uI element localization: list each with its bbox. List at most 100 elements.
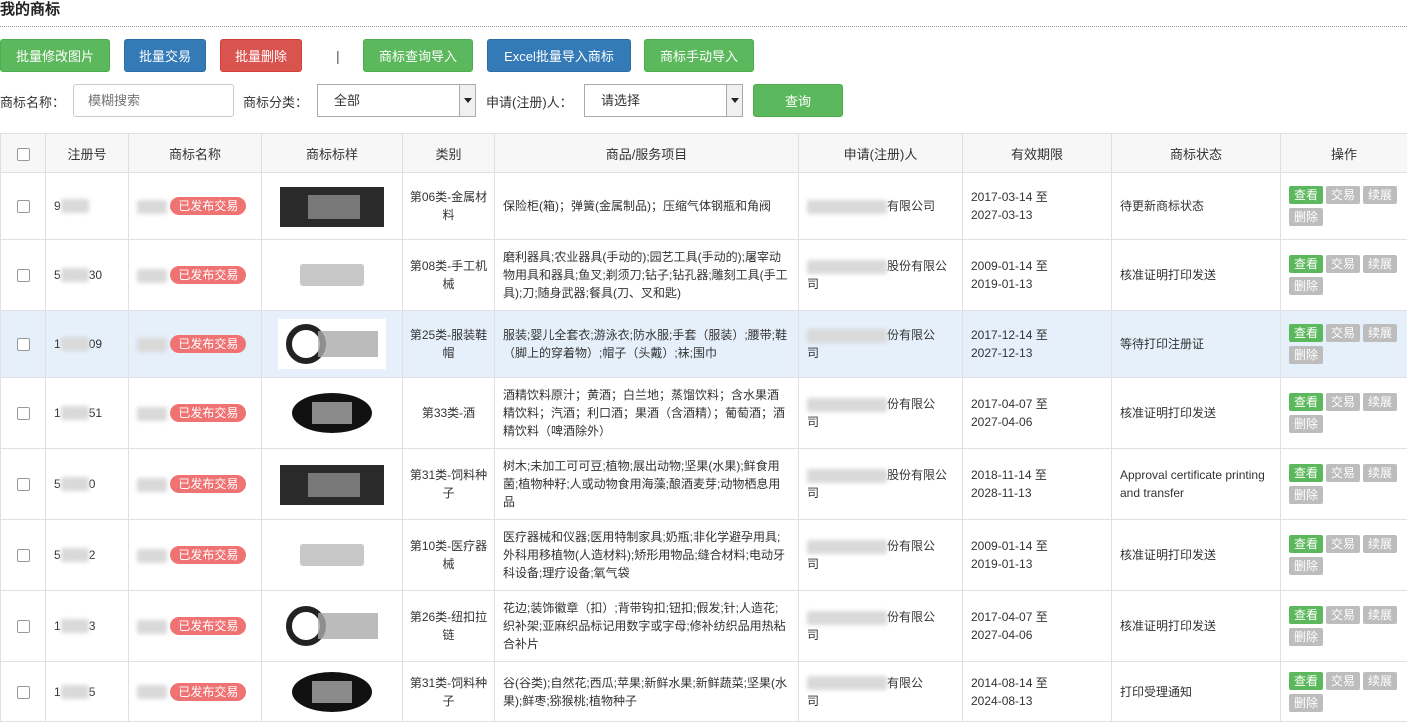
renew-button[interactable]: 续展 xyxy=(1363,186,1397,204)
table-row: 1 51 已发布交易 第33类-酒 酒精饮料原汁；黄酒；白兰地；蒸馏饮料；含水果… xyxy=(1,378,1407,449)
validity-to: 2024-08-13 xyxy=(971,694,1032,708)
sample-cell xyxy=(262,240,403,311)
regno-cell: 1 09 xyxy=(46,311,129,378)
redacted-applicant xyxy=(807,469,887,483)
applicant-cell: 股份有限公司 xyxy=(799,449,963,520)
renew-button[interactable]: 续展 xyxy=(1363,606,1397,624)
redacted-regno xyxy=(61,268,89,282)
applicant-text-2: 司 xyxy=(807,346,819,360)
renew-button[interactable]: 续展 xyxy=(1363,393,1397,411)
regno-suffix: 30 xyxy=(89,266,102,284)
renew-button[interactable]: 续展 xyxy=(1363,672,1397,690)
regno-prefix: 1 xyxy=(54,335,61,353)
row-checkbox[interactable] xyxy=(17,200,30,213)
batch-edit-image-button[interactable]: 批量修改图片 xyxy=(0,39,110,72)
redacted-name xyxy=(137,407,167,421)
query-button[interactable]: 查询 xyxy=(753,84,843,117)
delete-button[interactable]: 删除 xyxy=(1289,415,1323,433)
trademark-sample-image[interactable] xyxy=(278,667,386,717)
view-button[interactable]: 查看 xyxy=(1289,535,1323,553)
regno-suffix: 51 xyxy=(89,404,102,422)
delete-button[interactable]: 删除 xyxy=(1289,557,1323,575)
view-button[interactable]: 查看 xyxy=(1289,393,1323,411)
trademark-sample-image[interactable] xyxy=(278,388,386,438)
header-actions: 操作 xyxy=(1281,134,1407,173)
query-import-button[interactable]: 商标查询导入 xyxy=(363,39,473,72)
delete-button[interactable]: 删除 xyxy=(1289,208,1323,226)
applicant-text: 股份有限公 xyxy=(887,259,947,273)
batch-trade-button[interactable]: 批量交易 xyxy=(124,39,206,72)
header-goods: 商品/服务项目 xyxy=(495,134,799,173)
row-checkbox[interactable] xyxy=(17,549,30,562)
trade-button[interactable]: 交易 xyxy=(1326,324,1360,342)
row-select-cell xyxy=(1,240,46,311)
goods-cell: 树木;未加工可可豆;植物;展出动物;坚果(水果);鲜食用菌;植物种籽;人或动物食… xyxy=(495,449,799,520)
name-cell: 已发布交易 xyxy=(129,173,262,240)
row-checkbox[interactable] xyxy=(17,620,30,633)
chevron-down-icon xyxy=(459,85,475,116)
trademark-name-input[interactable] xyxy=(73,84,234,117)
delete-button[interactable]: 删除 xyxy=(1289,694,1323,712)
applicant-select[interactable]: 请选择 xyxy=(584,84,743,117)
row-checkbox[interactable] xyxy=(17,269,30,282)
applicant-text-2: 司 xyxy=(807,486,819,500)
excel-import-button[interactable]: Excel批量导入商标 xyxy=(487,39,631,72)
trade-button[interactable]: 交易 xyxy=(1326,535,1360,553)
row-checkbox[interactable] xyxy=(17,407,30,420)
trade-button[interactable]: 交易 xyxy=(1326,672,1360,690)
delete-button[interactable]: 删除 xyxy=(1289,628,1323,646)
trade-button[interactable]: 交易 xyxy=(1326,393,1360,411)
applicant-select-value: 请选择 xyxy=(601,93,640,108)
category-cell: 第33类-酒 xyxy=(403,378,495,449)
select-all-checkbox[interactable] xyxy=(17,148,30,161)
view-button[interactable]: 查看 xyxy=(1289,606,1323,624)
applicant-text-2: 司 xyxy=(807,628,819,642)
renew-button[interactable]: 续展 xyxy=(1363,464,1397,482)
row-checkbox[interactable] xyxy=(17,686,30,699)
applicant-text: 份有限公 xyxy=(887,328,935,342)
category-select-value: 全部 xyxy=(334,93,360,108)
view-button[interactable]: 查看 xyxy=(1289,464,1323,482)
regno-prefix: 1 xyxy=(54,404,61,422)
view-button[interactable]: 查看 xyxy=(1289,255,1323,273)
renew-button[interactable]: 续展 xyxy=(1363,535,1397,553)
applicant-text: 有限公 xyxy=(887,676,923,690)
row-checkbox[interactable] xyxy=(17,338,30,351)
view-button[interactable]: 查看 xyxy=(1289,186,1323,204)
delete-button[interactable]: 删除 xyxy=(1289,346,1323,364)
name-cell: 已发布交易 xyxy=(129,591,262,662)
trademark-sample-image[interactable] xyxy=(278,250,386,300)
status-cell: Approval certificate printing and transf… xyxy=(1112,449,1281,520)
delete-button[interactable]: 删除 xyxy=(1289,486,1323,504)
validity-to: 2027-04-06 xyxy=(971,415,1032,429)
regno-suffix: 3 xyxy=(89,617,96,635)
trade-button[interactable]: 交易 xyxy=(1326,186,1360,204)
trademark-sample-image[interactable] xyxy=(278,459,386,509)
trade-button[interactable]: 交易 xyxy=(1326,255,1360,273)
delete-button[interactable]: 删除 xyxy=(1289,277,1323,295)
trademark-sample-image[interactable] xyxy=(278,181,386,231)
category-cell: 第10类-医疗器械 xyxy=(403,520,495,591)
validity-cell: 2018-11-14 至 2028-11-13 xyxy=(963,449,1112,520)
view-button[interactable]: 查看 xyxy=(1289,672,1323,690)
manual-import-button[interactable]: 商标手动导入 xyxy=(644,39,754,72)
renew-button[interactable]: 续展 xyxy=(1363,255,1397,273)
trade-button[interactable]: 交易 xyxy=(1326,606,1360,624)
row-checkbox[interactable] xyxy=(17,478,30,491)
category-cell: 第31类-饲料种子 xyxy=(403,662,495,722)
category-select[interactable]: 全部 xyxy=(317,84,476,117)
header-applicant: 申请(注册)人 xyxy=(799,134,963,173)
category-label: 商标分类： xyxy=(243,92,308,111)
view-button[interactable]: 查看 xyxy=(1289,324,1323,342)
applicant-text: 有限公司 xyxy=(887,199,935,213)
trademark-sample-image[interactable] xyxy=(278,530,386,580)
actions-cell: 查看交易续展 删除 xyxy=(1281,311,1407,378)
renew-button[interactable]: 续展 xyxy=(1363,324,1397,342)
trademark-sample-image[interactable] xyxy=(278,601,386,651)
name-cell: 已发布交易 xyxy=(129,240,262,311)
applicant-cell: 份有限公司 xyxy=(799,520,963,591)
trademark-sample-image[interactable] xyxy=(278,319,386,369)
batch-delete-button[interactable]: 批量删除 xyxy=(220,39,302,72)
trade-button[interactable]: 交易 xyxy=(1326,464,1360,482)
validity-to: 2027-04-06 xyxy=(971,628,1032,642)
